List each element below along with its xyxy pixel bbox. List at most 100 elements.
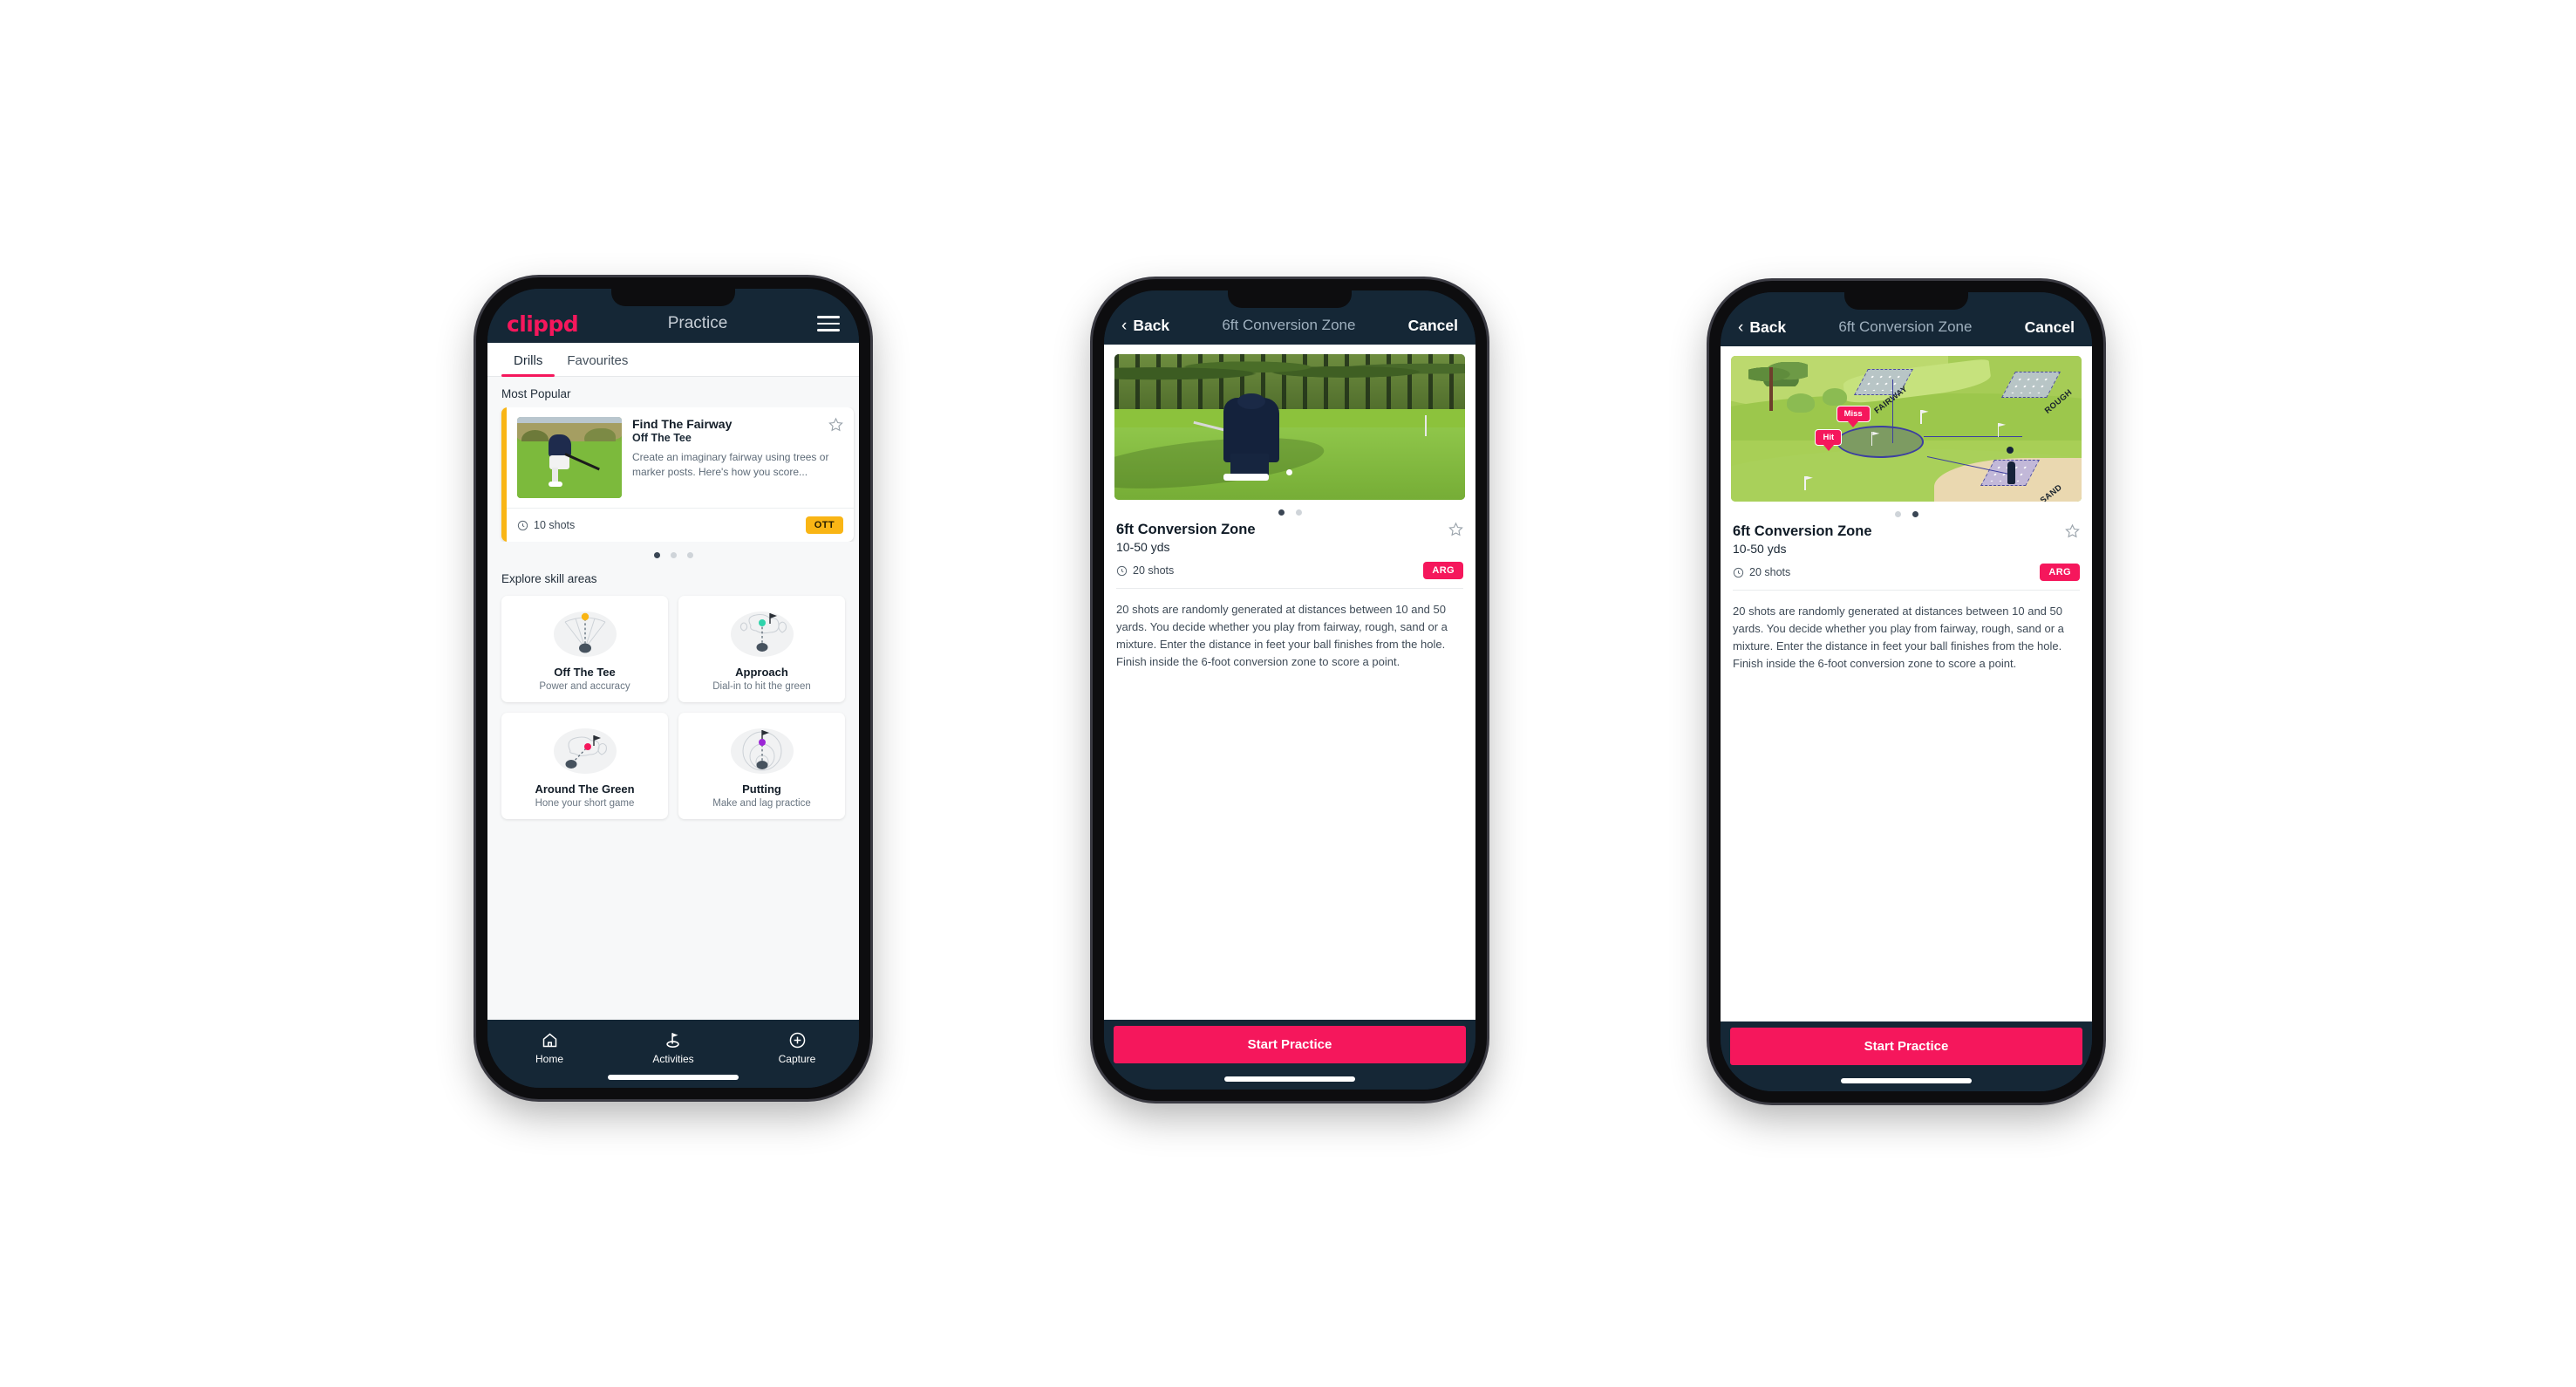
home-indicator (1841, 1078, 1972, 1083)
detail-header: 6ft Conversion Zone 10-50 yds 20 shots A… (1104, 519, 1475, 588)
card-accent-bar (501, 407, 507, 542)
detail-description: 20 shots are randomly generated at dista… (1733, 605, 2064, 671)
drill-category: Off The Tee (632, 432, 692, 444)
skill-desc: Dial-in to hit the green (712, 681, 811, 692)
phone-2-drill-detail-photo: ‹ Back 6ft Conversion Zone Cancel 6ft Co… (1093, 279, 1487, 1101)
phone-notch (611, 289, 735, 306)
skill-name: Approach (735, 666, 788, 679)
detail-yardage: 10-50 yds (1733, 542, 1787, 556)
tabbar-label: Home (535, 1053, 563, 1065)
skill-desc: Make and lag practice (712, 798, 811, 809)
home-indicator (608, 1075, 739, 1080)
phone-2-screen: ‹ Back 6ft Conversion Zone Cancel 6ft Co… (1104, 290, 1475, 1090)
hero-dot-2[interactable] (1912, 511, 1918, 517)
chevron-left-icon: ‹ (1121, 316, 1128, 335)
skill-name: Around The Green (535, 782, 635, 796)
skill-card-approach[interactable]: Approach Dial-in to hit the green (678, 596, 845, 702)
tabbar-item-home[interactable]: Home (487, 1029, 611, 1065)
drill-carousel[interactable]: Find The Fairway Off The Tee Create an i… (487, 407, 859, 542)
detail-shots-label: 20 shots (1133, 564, 1175, 577)
tree-icon (1748, 361, 1809, 387)
hamburger-menu-icon[interactable] (817, 316, 840, 331)
carousel-dot-2[interactable] (670, 552, 677, 558)
detail-title: 6ft Conversion Zone (1733, 523, 1872, 539)
phone-1-content: Most Popular Find The Fairway Off The Te… (487, 377, 859, 1020)
skill-name: Putting (742, 782, 781, 796)
detail-header: 6ft Conversion Zone 10-50 yds 20 shots A… (1721, 521, 2092, 590)
clock-icon (1116, 565, 1128, 576)
drill-title: Find The Fairway (632, 417, 733, 431)
detail-description: 20 shots are randomly generated at dista… (1116, 603, 1448, 669)
detail-shots: 20 shots (1116, 564, 1174, 577)
skill-name: Off The Tee (554, 666, 616, 679)
start-practice-button[interactable]: Start Practice (1730, 1028, 2082, 1065)
detail-badge-arg: ARG (2040, 564, 2080, 581)
detail-shots-label: 20 shots (1749, 566, 1791, 578)
phone-notch (1844, 292, 1968, 310)
flag-icon (1920, 409, 1922, 424)
tabbar-label: Capture (778, 1053, 816, 1065)
tabbar-label: Activities (652, 1053, 694, 1065)
phone-3-content: FAIRWAY ROUGH SAND Miss Hit 6ft Conversi… (1721, 346, 2092, 1021)
plus-circle-icon (735, 1029, 859, 1050)
approach-green-icon (684, 606, 840, 660)
flag-icon (1804, 475, 1806, 490)
phone-3-drill-detail-illustration: ‹ Back 6ft Conversion Zone Cancel FAIRWA… (1709, 281, 2103, 1103)
cancel-button[interactable]: Cancel (1408, 317, 1458, 335)
star-outline-icon[interactable] (1448, 522, 1463, 536)
flag-icon (1997, 422, 2000, 437)
start-practice-button[interactable]: Start Practice (1114, 1026, 1466, 1063)
tabbar-item-activities[interactable]: Activities (611, 1029, 735, 1065)
skill-card-putting[interactable]: Putting Make and lag practice (678, 713, 845, 819)
star-outline-icon[interactable] (828, 417, 843, 432)
flag-icon (1871, 431, 1873, 446)
drill-card-find-the-fairway[interactable]: Find The Fairway Off The Tee Create an i… (501, 407, 854, 542)
chip-green-icon (507, 723, 663, 777)
hero-dot-1[interactable] (1278, 509, 1285, 516)
tab-favourites[interactable]: Favourites (555, 343, 640, 376)
screenshot-canvas: clippd Practice Drills Favourites Most P… (0, 0, 2576, 1387)
clippd-logo: clippd (507, 311, 579, 337)
clock-icon (517, 520, 528, 530)
phone-1-screen: clippd Practice Drills Favourites Most P… (487, 289, 859, 1088)
back-button[interactable]: ‹ Back (1121, 317, 1169, 335)
back-label: Back (1749, 318, 1787, 336)
detail-badge-arg: ARG (1423, 562, 1463, 579)
nav-title: 6ft Conversion Zone (1222, 317, 1356, 333)
tab-strip: Drills Favourites (487, 343, 859, 377)
tee-fan-icon (507, 606, 663, 660)
carousel-dot-3[interactable] (686, 552, 693, 558)
back-button[interactable]: ‹ Back (1738, 318, 1786, 337)
golf-flag-icon (611, 1029, 735, 1050)
home-indicator (1224, 1076, 1355, 1082)
skill-desc: Power and accuracy (539, 681, 630, 692)
phone-3-screen: ‹ Back 6ft Conversion Zone Cancel FAIRWA… (1721, 292, 2092, 1091)
cancel-button[interactable]: Cancel (2025, 318, 2075, 337)
carousel-dot-1[interactable] (653, 552, 660, 558)
drill-description: Create an imaginary fairway using trees … (632, 451, 829, 479)
home-icon (487, 1029, 611, 1050)
skill-areas-label: Explore skill areas (501, 572, 597, 585)
phone-notch (1228, 290, 1352, 308)
hero-dot-1[interactable] (1894, 511, 1901, 517)
page-title: Practice (667, 314, 728, 332)
star-outline-icon[interactable] (2065, 523, 2080, 538)
hero-pagination (1721, 502, 2092, 521)
skill-card-off-the-tee[interactable]: Off The Tee Power and accuracy (501, 596, 668, 702)
chevron-left-icon: ‹ (1738, 318, 1744, 337)
drill-shots: 10 shots (517, 519, 575, 531)
tabbar-item-capture[interactable]: Capture (735, 1029, 859, 1065)
nav-title: 6ft Conversion Zone (1838, 318, 1973, 335)
golfer-figure (2007, 461, 2015, 484)
phone-1-practice-list: clippd Practice Drills Favourites Most P… (476, 277, 870, 1099)
hero-media-photo[interactable] (1114, 354, 1465, 500)
drill-thumbnail (517, 417, 622, 498)
putting-rings-icon (684, 723, 840, 777)
tab-drills[interactable]: Drills (501, 343, 555, 377)
hero-dot-2[interactable] (1295, 509, 1302, 516)
drill-badge-ott: OTT (805, 516, 843, 534)
carousel-pagination (487, 542, 859, 562)
skill-card-around-the-green[interactable]: Around The Green Hone your short game (501, 713, 668, 819)
hero-media-illustration[interactable]: FAIRWAY ROUGH SAND Miss Hit (1731, 356, 2082, 502)
green-target-zone (1836, 426, 1925, 458)
